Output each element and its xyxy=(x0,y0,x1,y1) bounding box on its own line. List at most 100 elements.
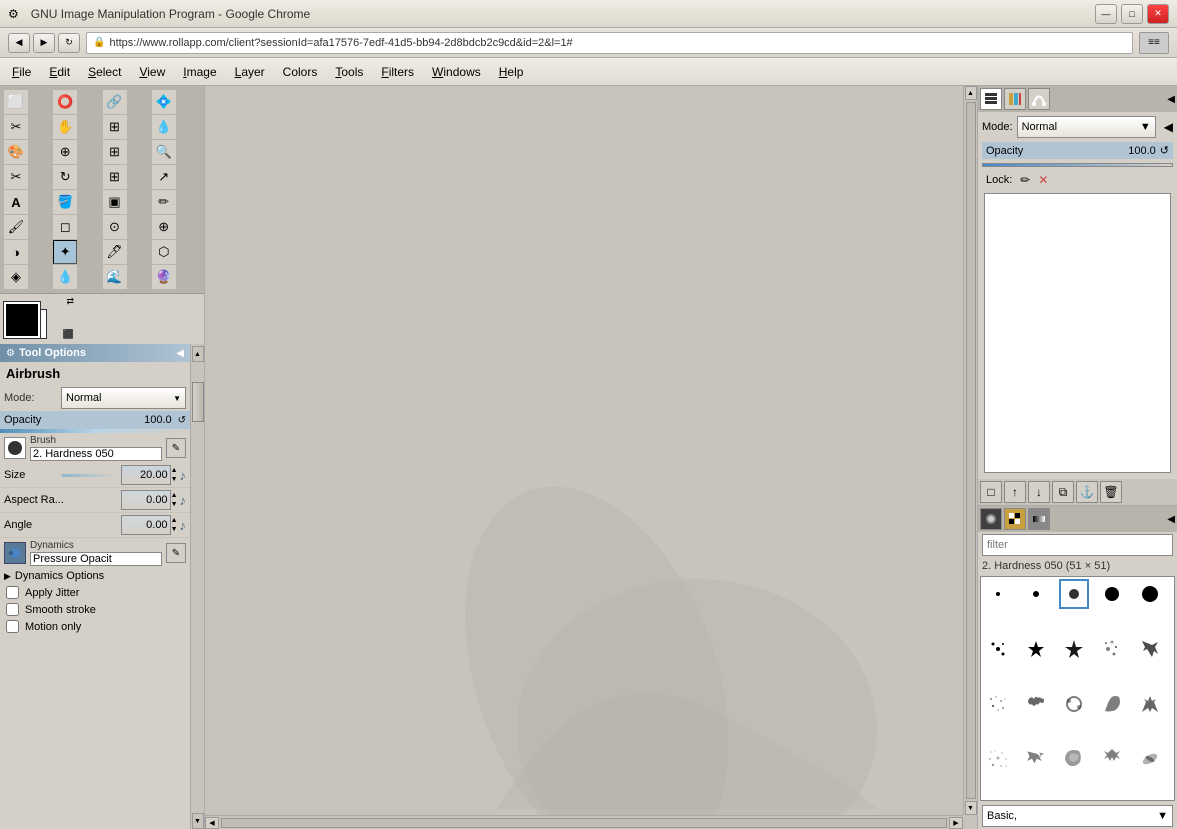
size-input[interactable] xyxy=(121,465,171,485)
duplicate-layer-button[interactable]: ⧉ xyxy=(1052,481,1074,503)
apply-jitter-checkbox[interactable] xyxy=(6,586,19,599)
brush-cell-7[interactable] xyxy=(1021,634,1051,664)
brush-cell-10[interactable] xyxy=(1135,634,1165,664)
tool-scissors[interactable]: ✂ xyxy=(4,115,28,139)
delete-layer-button[interactable]: 🗑 xyxy=(1100,481,1122,503)
tool-rotate[interactable]: ↻ xyxy=(53,165,77,189)
scrollbar-thumb[interactable] xyxy=(192,382,204,422)
aspect-reset[interactable]: ♪ xyxy=(180,493,187,508)
tool-move2[interactable]: ⊕ xyxy=(53,140,77,164)
aspect-input[interactable] xyxy=(121,490,171,510)
brush-cell-20[interactable] xyxy=(1135,744,1165,774)
back-button[interactable]: ◀ xyxy=(8,33,30,53)
angle-reset[interactable]: ♪ xyxy=(180,518,187,533)
scroll-left[interactable]: ◀ xyxy=(205,817,219,829)
tool-clone[interactable]: ⊙ xyxy=(103,215,127,239)
h-scrollbar-track[interactable] xyxy=(221,818,947,828)
tab-patterns[interactable] xyxy=(1004,508,1026,530)
menu-layer[interactable]: Layer xyxy=(227,62,273,82)
brush-panel-expand[interactable]: ◀ xyxy=(1167,514,1175,525)
panel-expand-button[interactable]: ◀ xyxy=(1167,94,1175,105)
angle-arrows[interactable]: ▲ ▼ xyxy=(171,516,178,534)
scroll-up-canvas[interactable]: ▲ xyxy=(965,86,977,100)
close-button[interactable]: ✕ xyxy=(1147,4,1169,24)
tool-ink[interactable]: 🖊 xyxy=(103,240,127,264)
scroll-down-canvas[interactable]: ▼ xyxy=(965,801,977,815)
brush-cell-9[interactable] xyxy=(1097,634,1127,664)
tool-transform[interactable]: ⊞ xyxy=(103,140,127,164)
mode-dropdown[interactable]: Normal ▼ xyxy=(61,387,186,409)
anchor-layer-button[interactable]: ⚓ xyxy=(1076,481,1098,503)
tool-smudge[interactable]: ◈ xyxy=(4,265,28,289)
new-layer-button[interactable]: □ xyxy=(980,481,1002,503)
tool-ellipse-select[interactable]: ⭕ xyxy=(53,90,77,114)
scrollbar-up[interactable]: ▲ xyxy=(192,346,204,362)
tool-crop[interactable]: ✂ xyxy=(4,165,28,189)
opacity-slider-right[interactable] xyxy=(982,163,1173,167)
raise-layer-button[interactable]: ↑ xyxy=(1004,481,1026,503)
tool-dodge[interactable]: ◑ xyxy=(4,240,28,264)
opacity-reset-button[interactable]: ↺ xyxy=(178,415,186,426)
brush-cell-8[interactable] xyxy=(1059,634,1089,664)
vertical-scrollbar-canvas[interactable]: ▲ ▼ xyxy=(963,86,977,815)
tool-paintbrush[interactable]: 🖌 xyxy=(4,215,28,239)
dynamics-input[interactable] xyxy=(30,552,162,566)
brush-cell-2[interactable] xyxy=(1021,579,1051,609)
minimize-button[interactable]: — xyxy=(1095,4,1117,24)
tool-text[interactable]: A xyxy=(4,190,28,214)
menu-file[interactable]: File xyxy=(4,62,39,82)
brush-filter-input[interactable] xyxy=(982,534,1173,556)
smooth-stroke-checkbox[interactable] xyxy=(6,603,19,616)
brush-cell-11[interactable] xyxy=(983,689,1013,719)
tool-free-select[interactable]: 🔗 xyxy=(103,90,127,114)
menu-edit[interactable]: Edit xyxy=(41,62,78,82)
brush-cell-1[interactable] xyxy=(983,579,1013,609)
maximize-button[interactable]: □ xyxy=(1121,4,1143,24)
size-reset[interactable]: ♪ xyxy=(180,468,187,483)
tool-color-pick[interactable]: 🔍 xyxy=(152,140,176,164)
brush-cell-13[interactable] xyxy=(1059,689,1089,719)
tool-burn[interactable]: 🌊 xyxy=(103,265,127,289)
tool-shear[interactable]: ↗ xyxy=(152,165,176,189)
tab-layers[interactable] xyxy=(980,88,1002,110)
brush-edit-button[interactable]: ✎ xyxy=(166,438,186,458)
menu-select[interactable]: Select xyxy=(80,62,129,82)
menu-help[interactable]: Help xyxy=(491,62,532,82)
tool-heal[interactable]: ⊕ xyxy=(152,215,176,239)
menu-view[interactable]: View xyxy=(131,62,173,82)
brush-cell-19[interactable] xyxy=(1097,744,1127,774)
lock-alpha-icon[interactable]: ✕ xyxy=(1038,173,1048,187)
tool-align[interactable]: ⊞ xyxy=(103,115,127,139)
brush-cell-17[interactable] xyxy=(1021,744,1051,774)
refresh-button[interactable]: ↻ xyxy=(58,33,80,53)
forward-button[interactable]: ▶ xyxy=(33,33,55,53)
v-scrollbar-track-canvas[interactable] xyxy=(966,102,976,799)
menu-filters[interactable]: Filters xyxy=(373,62,422,82)
mode-dropdown-right[interactable]: Normal ▼ xyxy=(1017,116,1156,138)
panel-collapse-button[interactable]: ◀ xyxy=(176,348,184,359)
brush-cell-14[interactable] xyxy=(1097,689,1127,719)
tab-brushes[interactable] xyxy=(980,508,1002,530)
tool-options-scrollbar[interactable]: ▲ ▼ xyxy=(190,344,204,829)
lock-pixels-icon[interactable]: ✏ xyxy=(1020,173,1030,187)
swap-colors-icon[interactable]: ⇄ xyxy=(66,296,74,307)
tool-fill[interactable]: 🪣 xyxy=(53,190,77,214)
brush-cell-6[interactable] xyxy=(983,634,1013,664)
scrollbar-down[interactable]: ▼ xyxy=(192,813,204,829)
opacity-reset-right[interactable]: ↺ xyxy=(1160,144,1169,157)
foreground-color[interactable] xyxy=(4,302,40,338)
brush-cell-4[interactable] xyxy=(1097,579,1127,609)
tool-rect-select[interactable]: ⬜ xyxy=(4,90,28,114)
menu-tools[interactable]: Tools xyxy=(327,62,371,82)
layers-list[interactable] xyxy=(984,193,1171,473)
reset-colors-icon[interactable]: ⬛ xyxy=(63,329,74,340)
tab-gradients[interactable] xyxy=(1028,508,1050,530)
horizontal-scrollbar[interactable]: ◀ ▶ xyxy=(205,815,963,829)
tool-fuzzy-select[interactable]: 💠 xyxy=(152,90,176,114)
brush-cell-12[interactable] xyxy=(1021,689,1051,719)
tool-airbrush[interactable]: ✦ xyxy=(53,240,77,264)
brush-category-dropdown[interactable]: Basic, ▼ xyxy=(982,805,1173,827)
tool-move[interactable]: ✋ xyxy=(53,115,77,139)
tool-pencil[interactable]: ✏ xyxy=(152,190,176,214)
tool-gradient[interactable]: ▣ xyxy=(103,190,127,214)
